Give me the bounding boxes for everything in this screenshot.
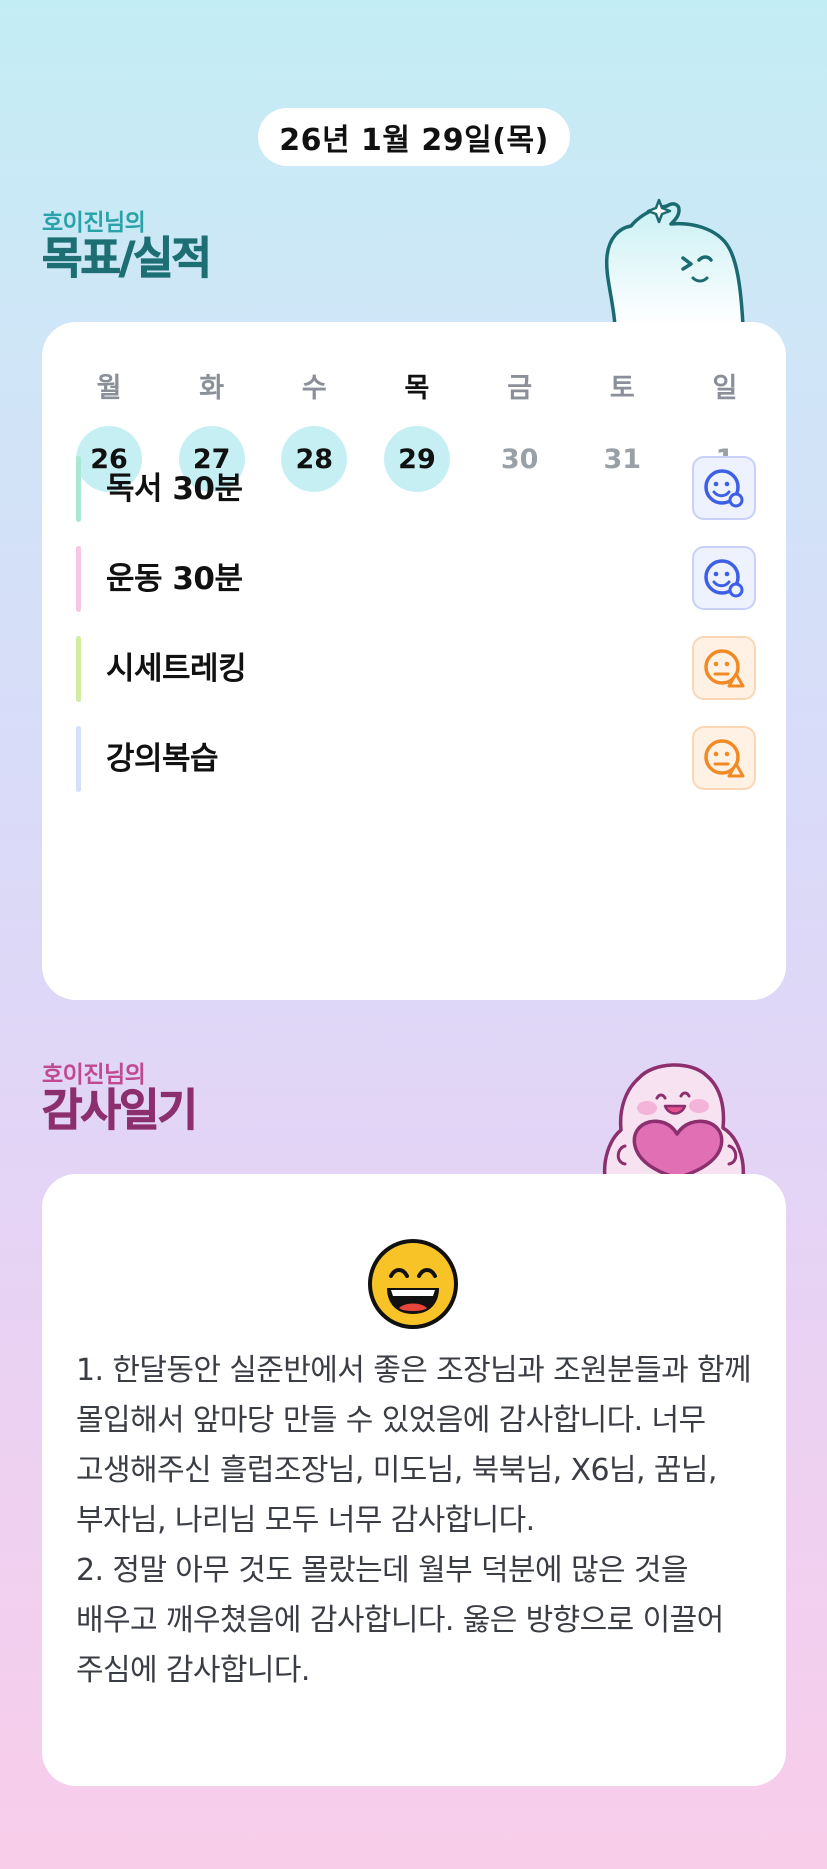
smile-achieved-icon[interactable] <box>692 546 756 610</box>
meh-partial-icon[interactable] <box>692 726 756 790</box>
goals-section-title: 목표/실적 <box>42 233 213 284</box>
thanks-section-title: 감사일기 <box>42 1085 199 1136</box>
meh-partial-icon[interactable] <box>692 636 756 700</box>
day-name: 목 <box>404 373 430 404</box>
gratitude-line-2: 2. 정말 아무 것도 몰랐는데 월부 덕분에 많은 것을 배우고 깨우쳤음에 … <box>76 1553 724 1688</box>
goal-color-bar <box>76 726 81 792</box>
goal-item[interactable]: 시세트레킹 <box>76 634 756 704</box>
goal-item[interactable]: 독서 30분 <box>76 454 756 524</box>
day-name: 월 <box>96 373 122 404</box>
day-name: 금 <box>507 373 533 404</box>
day-name: 토 <box>609 373 635 404</box>
date-label: 26년 1월 29일(목) <box>279 123 549 158</box>
grinning-face-icon <box>368 1239 458 1329</box>
thanks-card: 1. 한달동안 실준반에서 좋은 조장님과 조원분들과 함께 몰입해서 앞마당 … <box>42 1174 786 1786</box>
goals-section-header: 호이진님의 목표/실적 <box>42 210 213 284</box>
goal-color-bar <box>76 546 81 612</box>
day-name: 수 <box>301 373 327 404</box>
goals-card: 월26화27수28목29금30토31일1 독서 30분운동 30분시세트레킹강의… <box>42 322 786 1000</box>
goal-color-bar <box>76 456 81 522</box>
goal-item[interactable]: 강의복습 <box>76 724 756 794</box>
day-name: 화 <box>199 373 225 404</box>
gratitude-line-1: 1. 한달동안 실준반에서 좋은 조장님과 조원분들과 함께 몰입해서 앞마당 … <box>76 1353 752 1538</box>
goal-item[interactable]: 운동 30분 <box>76 544 756 614</box>
thanks-section-header: 호이진님의 감사일기 <box>42 1062 199 1136</box>
smile-achieved-icon[interactable] <box>692 456 756 520</box>
heart-hug-mascot-icon <box>602 1063 746 1178</box>
goal-label: 강의복습 <box>106 741 219 777</box>
cheering-mascot-icon <box>604 198 745 326</box>
goal-label: 독서 30분 <box>106 471 243 507</box>
goal-color-bar <box>76 636 81 702</box>
day-name: 일 <box>712 373 738 404</box>
date-badge: 26년 1월 29일(목) <box>258 108 570 166</box>
goal-label: 시세트레킹 <box>106 651 247 687</box>
goal-label: 운동 30분 <box>106 561 243 597</box>
gratitude-journal-text: 1. 한달동안 실준반에서 좋은 조장님과 조원분들과 함께 몰입해서 앞마당 … <box>76 1346 756 1696</box>
